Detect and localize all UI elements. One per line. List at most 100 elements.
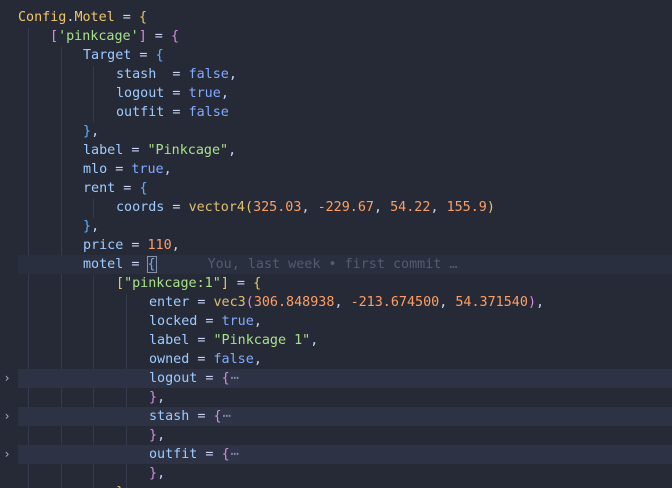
token: stash bbox=[116, 67, 157, 82]
token: , bbox=[157, 428, 166, 443]
token: "pinkcage:1" bbox=[124, 276, 221, 291]
token: Motel bbox=[74, 10, 115, 25]
fold-chevron-icon[interactable]: › bbox=[1, 407, 13, 426]
token: outfit bbox=[149, 447, 198, 462]
token: , bbox=[91, 124, 100, 139]
token: { bbox=[139, 181, 148, 196]
token: , bbox=[536, 295, 545, 310]
token: false bbox=[213, 352, 254, 367]
token: locked bbox=[149, 314, 198, 329]
token: = bbox=[123, 143, 148, 158]
token: = bbox=[164, 105, 189, 120]
fold-chevron-icon[interactable]: › bbox=[1, 369, 13, 388]
token: 'pinkcage' bbox=[58, 29, 139, 44]
token: , bbox=[253, 352, 262, 367]
token: vector4 bbox=[188, 200, 245, 215]
token: { bbox=[253, 276, 262, 291]
token: 325.03 bbox=[253, 200, 302, 215]
token: = bbox=[189, 409, 214, 424]
token: = bbox=[123, 238, 148, 253]
code-line-current[interactable]: motel = {You, last week • first commit … bbox=[18, 255, 672, 274]
token: label bbox=[149, 333, 190, 348]
token: { bbox=[155, 48, 164, 63]
token: coords bbox=[116, 200, 165, 215]
token: ( bbox=[245, 200, 254, 215]
token: Target bbox=[83, 48, 132, 63]
token: mlo bbox=[83, 162, 108, 177]
token: ] bbox=[220, 276, 229, 291]
token: = bbox=[114, 10, 139, 25]
token: = bbox=[197, 371, 222, 386]
token: = bbox=[189, 295, 214, 310]
code-line[interactable]: mlo = true, bbox=[18, 160, 672, 179]
code-editor[interactable]: › › › Config.Motel = { ['pinkcage'] = { … bbox=[0, 0, 672, 488]
token: , bbox=[91, 219, 100, 234]
code-line[interactable]: ["pinkcage:1"] = { bbox=[18, 274, 672, 293]
code-line[interactable]: owned = false, bbox=[18, 350, 672, 369]
code-line[interactable]: enter = vec3(306.848938, -213.674500, 54… bbox=[18, 293, 672, 312]
token: owned bbox=[149, 352, 190, 367]
token: motel bbox=[83, 257, 124, 272]
code-line[interactable]: price = 110, bbox=[18, 236, 672, 255]
fold-ellipsis[interactable]: ⋯ bbox=[221, 409, 232, 424]
code-line[interactable]: logout = true, bbox=[18, 84, 672, 103]
token: true bbox=[131, 162, 164, 177]
code-line[interactable]: coords = vector4(325.03, -229.67, 54.22,… bbox=[18, 198, 672, 217]
token: = bbox=[115, 181, 140, 196]
token: { bbox=[138, 10, 147, 25]
code-line[interactable]: Target = { bbox=[18, 46, 672, 65]
code-line[interactable]: }, bbox=[18, 464, 672, 483]
code-line[interactable]: stash = false, bbox=[18, 65, 672, 84]
token: = bbox=[228, 276, 254, 291]
token: } bbox=[149, 390, 158, 405]
code-line[interactable]: }, bbox=[18, 217, 672, 236]
token: 54.371540 bbox=[455, 295, 528, 310]
code-line[interactable]: }, bbox=[18, 388, 672, 407]
code-line[interactable]: }, bbox=[18, 122, 672, 141]
token: -229.67 bbox=[317, 200, 374, 215]
token: "Pinkcage" bbox=[147, 143, 229, 158]
token: -213.674500 bbox=[350, 295, 440, 310]
token: , bbox=[228, 67, 237, 82]
token: outfit bbox=[116, 105, 165, 120]
token: 306.848938 bbox=[253, 295, 335, 310]
code-line[interactable]: }, bbox=[18, 483, 672, 488]
token: 110 bbox=[147, 238, 172, 253]
code-line[interactable]: rent = { bbox=[18, 179, 672, 198]
code-line[interactable]: label = "Pinkcage", bbox=[18, 141, 672, 160]
token: false bbox=[188, 67, 229, 82]
code-line[interactable]: outfit = false bbox=[18, 103, 672, 122]
token: 54.22 bbox=[390, 200, 431, 215]
gutter: › › › bbox=[0, 0, 14, 488]
code-line[interactable]: }, bbox=[18, 426, 672, 445]
token: = bbox=[164, 200, 189, 215]
code-line[interactable]: Config.Motel = { bbox=[18, 8, 672, 27]
code-line-folded[interactable]: outfit = {⋯ bbox=[18, 445, 672, 464]
token: , bbox=[220, 86, 229, 101]
code-line[interactable]: locked = true, bbox=[18, 312, 672, 331]
token: , bbox=[171, 238, 180, 253]
token: = bbox=[197, 447, 222, 462]
token: "Pinkcage 1" bbox=[213, 333, 311, 348]
code-line[interactable]: label = "Pinkcage 1", bbox=[18, 331, 672, 350]
token: 155.9 bbox=[446, 200, 487, 215]
token: ] bbox=[138, 29, 147, 44]
code-line-folded[interactable]: stash = {⋯ bbox=[18, 407, 672, 426]
token: = bbox=[146, 29, 171, 44]
token: } bbox=[149, 466, 158, 481]
token: , bbox=[301, 200, 318, 215]
fold-ellipsis[interactable]: ⋯ bbox=[229, 371, 240, 386]
code-line-folded[interactable]: logout = {⋯ bbox=[18, 369, 672, 388]
token: , bbox=[439, 295, 456, 310]
token: logout bbox=[116, 86, 165, 101]
token: logout bbox=[149, 371, 198, 386]
token: , bbox=[253, 314, 262, 329]
fold-chevron-icon[interactable]: › bbox=[1, 445, 13, 464]
token: false bbox=[188, 105, 229, 120]
token: Config bbox=[18, 10, 67, 25]
token: stash bbox=[149, 409, 190, 424]
token: , bbox=[430, 200, 447, 215]
fold-ellipsis[interactable]: ⋯ bbox=[229, 447, 240, 462]
code-line[interactable]: ['pinkcage'] = { bbox=[18, 27, 672, 46]
token: ( bbox=[245, 295, 254, 310]
